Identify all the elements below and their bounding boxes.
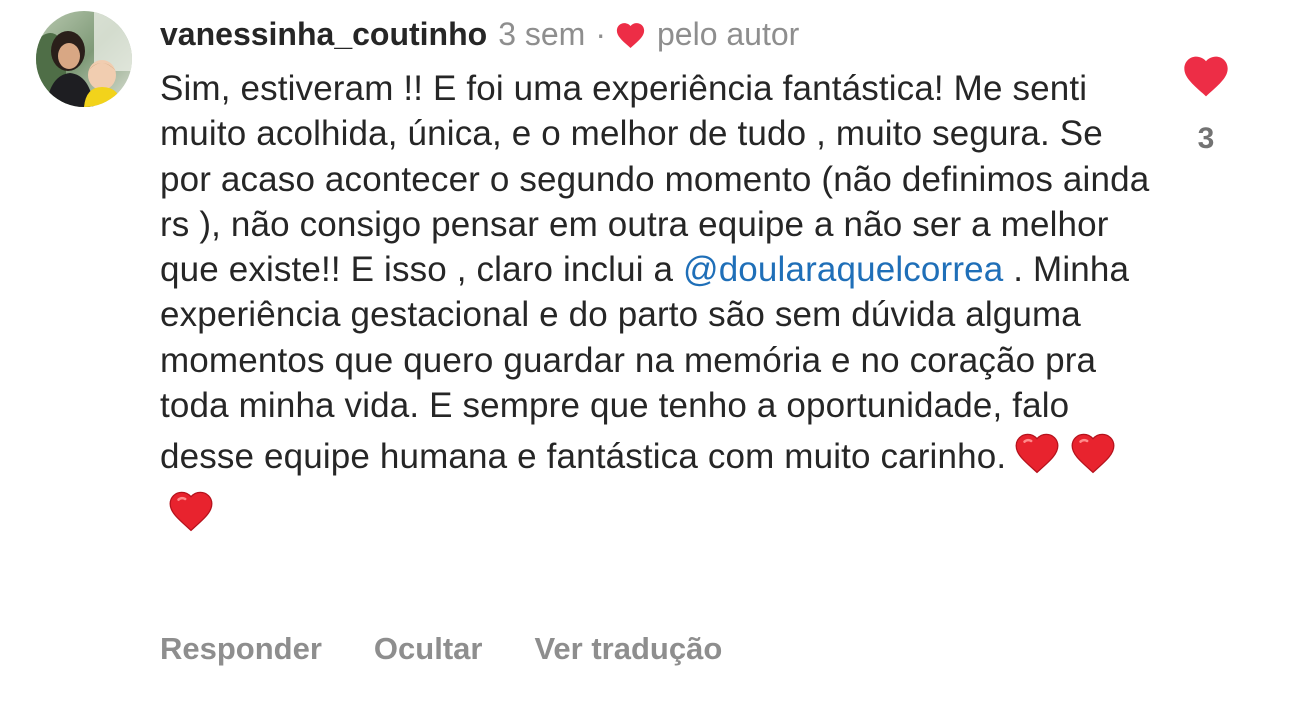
heart-filled-icon[interactable] (1180, 50, 1232, 103)
red-heart-emoji (1068, 428, 1118, 485)
like-count[interactable]: 3 (1198, 121, 1215, 157)
like-section: 3 (1176, 50, 1236, 157)
comment-actions: Responder Ocultar Ver tradução (160, 627, 722, 671)
username-link[interactable]: vanessinha_coutinho (160, 12, 487, 56)
avatar[interactable] (36, 11, 132, 107)
liked-by-author-label: pelo autor (656, 16, 800, 52)
see-translation-button[interactable]: Ver tradução (534, 627, 722, 671)
comment-timestamp: 3 sem (498, 16, 586, 52)
mention-link[interactable]: @doularaquelcorrea (683, 250, 1003, 289)
comment-meta: vanessinha_coutinho 3 sem · pelo autor (160, 12, 799, 56)
meta-separator: · (595, 16, 606, 52)
hide-button[interactable]: Ocultar (374, 627, 483, 671)
comment-item: vanessinha_coutinho 3 sem · pelo autor S… (0, 0, 1290, 702)
heart-icon (614, 19, 647, 49)
red-heart-emoji (166, 486, 216, 543)
reply-button[interactable]: Responder (160, 627, 322, 671)
comment-text: Sim, estiveram !! E foi uma experiência … (160, 66, 1160, 543)
red-heart-emoji (1012, 428, 1062, 485)
